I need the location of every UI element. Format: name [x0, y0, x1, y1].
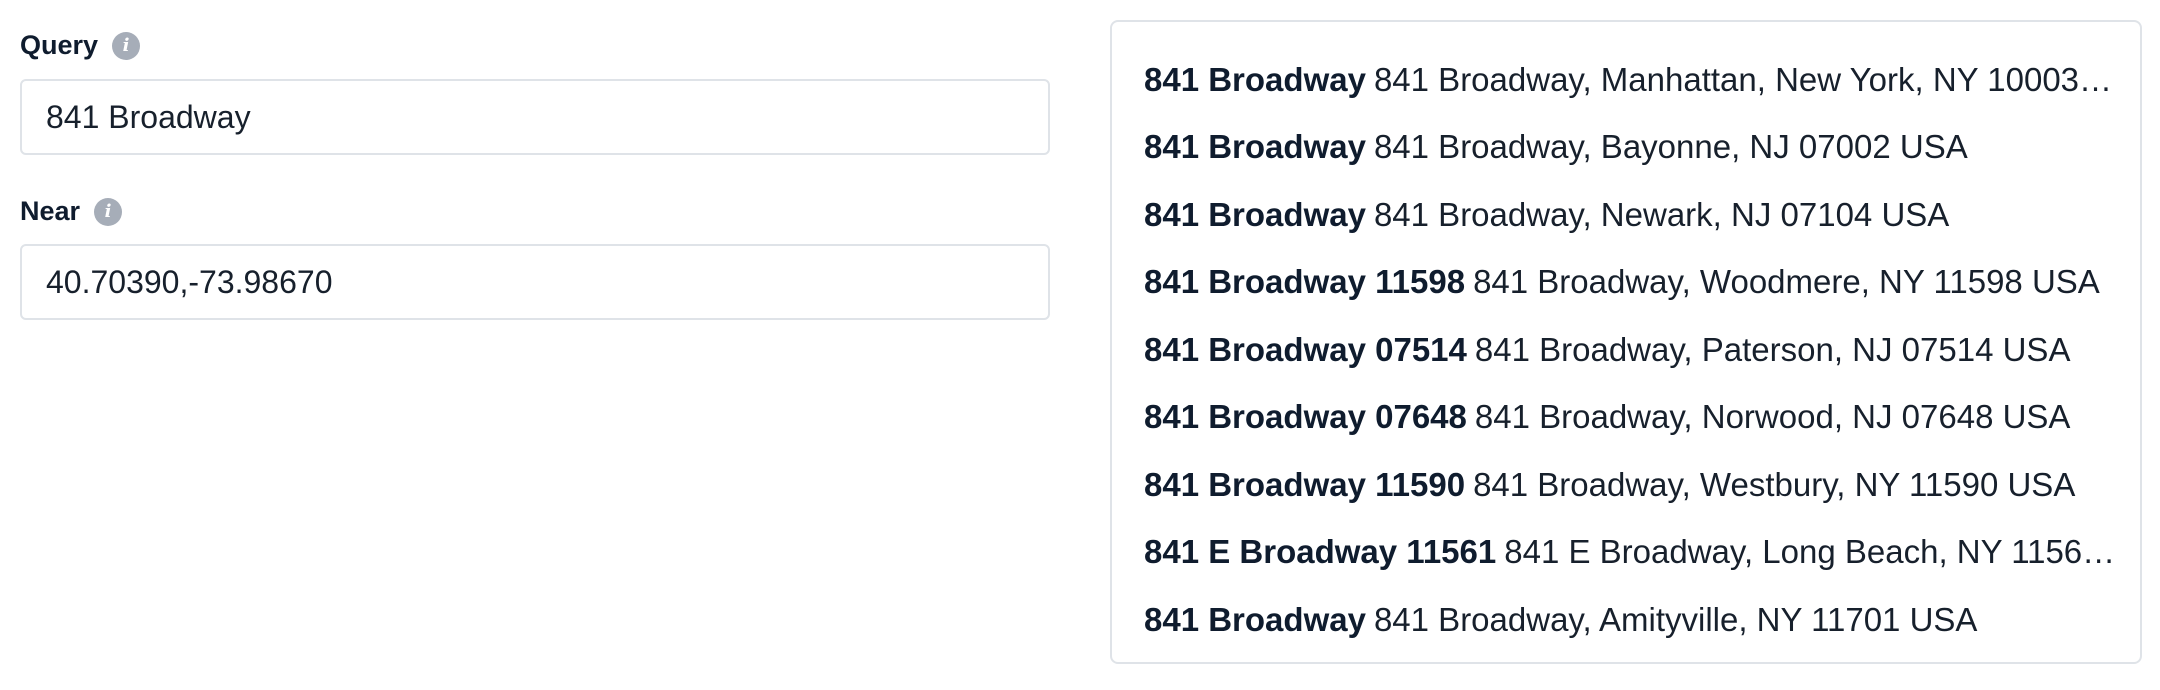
- query-input[interactable]: [20, 79, 1050, 155]
- near-label-row: Near i: [20, 196, 123, 227]
- result-item[interactable]: 841 E Broadway 11561 841 E Broadway, Lon…: [1144, 519, 2118, 587]
- query-label-row: Query i: [20, 30, 141, 61]
- result-item[interactable]: 841 Broadway 07514 841 Broadway, Paterso…: [1144, 316, 2118, 384]
- info-icon[interactable]: i: [94, 197, 123, 226]
- result-address: 841 Broadway, Woodmere, NY 11598 USA: [1473, 263, 2100, 301]
- result-item[interactable]: 841 Broadway 11590 841 Broadway, Westbur…: [1144, 451, 2118, 519]
- result-address: 841 Broadway, Norwood, NJ 07648 USA: [1474, 398, 2071, 436]
- autocomplete-demo: Query i Near i 841 Broadway 841 Broadway…: [0, 0, 2160, 690]
- result-name: 841 Broadway: [1144, 60, 1366, 98]
- result-item[interactable]: 841 Broadway 841 Broadway, Manhattan, Ne…: [1144, 46, 2118, 114]
- result-name: 841 E Broadway 11561: [1144, 533, 1497, 571]
- result-address: 841 Broadway, Amityville, NY 11701 USA: [1373, 600, 1978, 638]
- near-label: Near: [20, 196, 81, 226]
- result-name: 841 Broadway 07648: [1144, 398, 1467, 436]
- result-item[interactable]: 841 Broadway 841 Broadway, Newark, NJ 07…: [1144, 181, 2118, 249]
- query-label: Query: [20, 30, 99, 60]
- result-address: 841 Broadway, Bayonne, NJ 07002 USA: [1373, 128, 1968, 166]
- result-item[interactable]: 841 Broadway 841 Broadway, Bayonne, NJ 0…: [1144, 114, 2118, 182]
- result-name: 841 Broadway 11590: [1144, 465, 1466, 503]
- near-input[interactable]: [20, 244, 1050, 320]
- result-item[interactable]: 841 Broadway 841 Broadway, Amityville, N…: [1144, 586, 2118, 654]
- result-address: 841 Broadway, Paterson, NJ 07514 USA: [1474, 330, 2071, 368]
- result-address: 841 Broadway, Newark, NJ 07104 USA: [1373, 195, 1950, 233]
- result-item[interactable]: 841 Broadway 07648 841 Broadway, Norwood…: [1144, 384, 2118, 452]
- result-item[interactable]: 841 Broadway 11598 841 Broadway, Woodmer…: [1144, 249, 2118, 317]
- result-address: 841 Broadway, Manhattan, New York, NY 10…: [1373, 60, 2118, 98]
- result-name: 841 Broadway: [1144, 195, 1366, 233]
- info-icon[interactable]: i: [112, 31, 141, 60]
- result-name: 841 Broadway 07514: [1144, 330, 1467, 368]
- result-name: 841 Broadway 11598: [1144, 263, 1466, 301]
- result-address: 841 E Broadway, Long Beach, NY 11561 USA: [1504, 533, 2118, 571]
- result-name: 841 Broadway: [1144, 600, 1366, 638]
- result-name: 841 Broadway: [1144, 128, 1366, 166]
- result-address: 841 Broadway, Westbury, NY 11590 USA: [1473, 465, 2076, 503]
- results-dropdown: 841 Broadway 841 Broadway, Manhattan, Ne…: [1110, 20, 2142, 664]
